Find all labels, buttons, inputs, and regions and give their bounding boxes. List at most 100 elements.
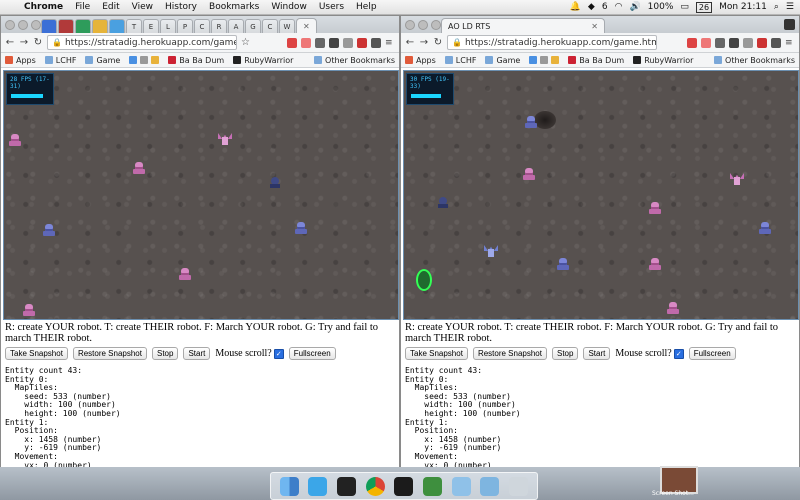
extension-icon-4[interactable] — [729, 37, 739, 48]
menu-bookmarks[interactable]: Bookmarks — [203, 2, 265, 12]
robot-unit[interactable] — [556, 257, 570, 271]
extension-icon-1[interactable] — [687, 37, 697, 48]
robot-unit[interactable] — [524, 115, 538, 129]
robot-unit[interactable] — [8, 133, 22, 147]
bookmark-rubywarrior[interactable]: RubyWarrior — [633, 56, 693, 65]
menu-edit[interactable]: Edit — [96, 2, 125, 12]
chrome-menu-icon[interactable]: ≡ — [385, 38, 395, 48]
robot-unit[interactable] — [484, 243, 498, 257]
tab-letter-r[interactable]: R — [211, 19, 227, 33]
bookmark-game[interactable]: Game — [485, 56, 520, 65]
wifi-icon[interactable]: ◠ — [615, 2, 623, 12]
fullscreen-button[interactable]: Fullscreen — [688, 347, 736, 360]
chrome-icon[interactable] — [365, 476, 385, 496]
address-bar[interactable]: 🔒 https://stratadig.herokuapp.com/game.h… — [447, 35, 657, 50]
extension-icon-7[interactable] — [371, 37, 381, 48]
tab-favicon-1[interactable] — [41, 19, 57, 33]
robot-unit[interactable] — [436, 195, 450, 209]
minimize-window-button[interactable] — [418, 20, 428, 30]
active-tab[interactable]: AO LD RTS ✕ — [441, 18, 605, 33]
robot-unit[interactable] — [178, 267, 192, 281]
menu-help[interactable]: Help — [350, 2, 383, 12]
extension-icon-5[interactable] — [343, 37, 353, 48]
back-arrow-icon[interactable]: ← — [5, 37, 15, 48]
extension-icon-3[interactable] — [315, 37, 325, 48]
volume-icon[interactable]: 🔊 — [629, 2, 640, 12]
bookmark-apps[interactable]: Apps — [5, 56, 36, 65]
active-tab[interactable]: ✕ — [296, 18, 317, 33]
forward-arrow-icon[interactable]: → — [19, 37, 29, 48]
battery-icon[interactable]: ▭ — [680, 2, 689, 12]
extension-icon-2[interactable] — [701, 37, 711, 48]
bookmark-ba-ba-dum[interactable]: Ba Ba Dum — [568, 56, 624, 65]
messages-icon[interactable] — [308, 476, 328, 496]
menu-file[interactable]: File — [69, 2, 96, 12]
zoom-window-button[interactable] — [431, 20, 441, 30]
robot-unit[interactable] — [758, 221, 772, 235]
back-arrow-icon[interactable]: ← — [405, 37, 415, 48]
game-canvas[interactable]: 28 FPS (17-31) — [3, 70, 399, 320]
fullscreen-button[interactable]: Fullscreen — [288, 347, 336, 360]
trash-icon[interactable] — [509, 476, 529, 496]
terminal-icon[interactable] — [337, 476, 357, 496]
minimize-window-button[interactable] — [18, 20, 28, 30]
robot-unit[interactable] — [648, 201, 662, 215]
tab-letter-c[interactable]: C — [194, 19, 210, 33]
finder-icon[interactable] — [279, 476, 299, 496]
spotlight-icon[interactable]: ⌕ — [774, 2, 779, 12]
restore-snapshot-button[interactable]: Restore Snapshot — [72, 347, 147, 360]
tab-letter-l[interactable]: L — [160, 19, 176, 33]
extension-icon-6[interactable] — [357, 37, 367, 48]
menu-app-chrome[interactable]: Chrome — [18, 2, 69, 12]
tab-letter-t[interactable]: T — [126, 19, 142, 33]
bookmark-rubywarrior[interactable]: RubyWarrior — [233, 56, 293, 65]
extension-icon-2[interactable] — [301, 37, 311, 48]
folder-icon[interactable] — [451, 476, 471, 496]
menu-history[interactable]: History — [159, 2, 203, 12]
extension-icon-1[interactable] — [287, 37, 297, 48]
take-snapshot-button[interactable]: Take Snapshot — [405, 347, 468, 360]
chrome-menu-icon[interactable]: ≡ — [785, 38, 795, 48]
close-window-button[interactable] — [405, 20, 415, 30]
tab-favicon-4[interactable] — [92, 19, 108, 33]
extension-icon-4[interactable] — [329, 37, 339, 48]
tab-letter-a[interactable]: A — [228, 19, 244, 33]
extension-icon-6[interactable] — [757, 37, 767, 48]
extension-icon-3[interactable] — [715, 37, 725, 48]
robot-unit[interactable] — [22, 303, 36, 317]
bookmark-star-icon[interactable]: ☆ — [241, 37, 250, 48]
tab-favicon-3[interactable] — [75, 19, 91, 33]
notification-bell-icon[interactable]: 🔔 — [570, 2, 581, 12]
menu-users[interactable]: Users — [313, 2, 350, 12]
address-bar[interactable]: 🔒 https://stratadig.herokuapp.com/game.h… — [47, 35, 237, 50]
bookmark-game[interactable]: Game — [85, 56, 120, 65]
bookmark-apps[interactable]: Apps — [405, 56, 436, 65]
close-tab-icon[interactable]: ✕ — [303, 22, 310, 31]
bookmark-favicons[interactable] — [129, 56, 160, 64]
robot-unit[interactable] — [294, 221, 308, 235]
tab-favicon-5[interactable] — [109, 19, 125, 33]
tab-letter-w[interactable]: W — [279, 19, 295, 33]
robot-unit[interactable] — [268, 175, 282, 189]
restore-snapshot-button[interactable]: Restore Snapshot — [472, 347, 547, 360]
app-icon[interactable] — [423, 476, 443, 496]
extension-icon-5[interactable] — [743, 37, 753, 48]
stop-button[interactable]: Stop — [151, 347, 179, 360]
dropbox-icon[interactable]: ◆ — [588, 2, 595, 12]
game-canvas[interactable]: 30 FPS (19-33) — [403, 70, 799, 320]
reload-icon[interactable]: ↻ — [33, 37, 43, 48]
menu-view[interactable]: View — [126, 2, 159, 12]
robot-unit[interactable] — [522, 167, 536, 181]
bookmark-ba-ba-dum[interactable]: Ba Ba Dum — [168, 56, 224, 65]
zoom-window-button[interactable] — [31, 20, 41, 30]
robot-unit[interactable] — [132, 161, 146, 175]
activity-monitor-icon[interactable] — [394, 476, 414, 496]
close-window-button[interactable] — [5, 20, 15, 30]
tab-letter-p[interactable]: P — [177, 19, 193, 33]
bookmark-favicons[interactable] — [529, 56, 560, 64]
notification-center-icon[interactable]: ☰ — [786, 2, 794, 12]
date-badge[interactable]: 26 — [695, 1, 713, 13]
menu-window[interactable]: Window — [265, 2, 313, 12]
tab-favicon-2[interactable] — [58, 19, 74, 33]
tab-letter-g[interactable]: G — [245, 19, 261, 33]
